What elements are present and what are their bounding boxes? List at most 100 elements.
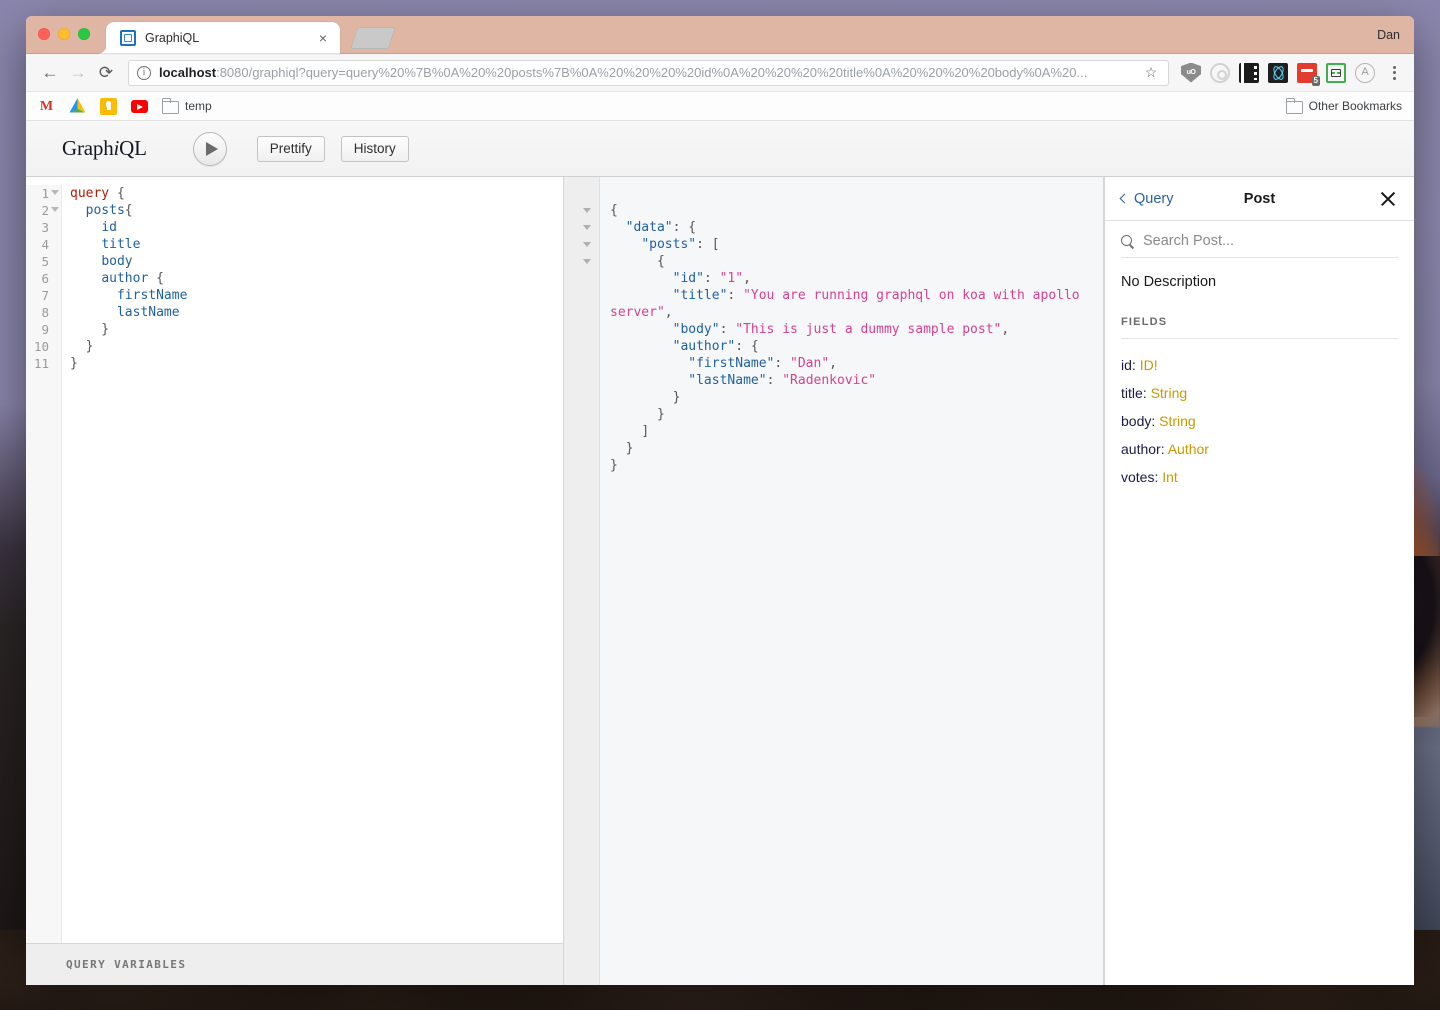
code-line: author {	[101, 271, 164, 286]
new-tab-button[interactable]	[350, 27, 396, 49]
back-icon[interactable]: ←	[36, 59, 64, 87]
chrome-menu-icon[interactable]	[1384, 63, 1404, 83]
docs-field-row[interactable]: title: String	[1121, 379, 1398, 407]
result-viewer-pane: { "data": { "posts": [ { "id": "1", "tit…	[564, 177, 1104, 985]
tab-close-icon[interactable]: ×	[314, 29, 332, 47]
docs-field-type[interactable]: ID!	[1140, 357, 1158, 373]
docs-search-input[interactable]	[1143, 233, 1398, 249]
code-line: lastName	[116, 305, 180, 320]
fold-triangle-icon[interactable]	[51, 207, 59, 212]
bookmark-youtube[interactable]	[131, 99, 148, 113]
close-icon[interactable]	[1378, 189, 1398, 209]
code-line: title	[101, 237, 141, 252]
fold-triangle-icon[interactable]	[51, 190, 59, 195]
fold-triangle-icon[interactable]	[564, 202, 599, 219]
docs-field-type[interactable]: String	[1159, 413, 1196, 429]
site-info-icon[interactable]: i	[137, 65, 151, 80]
browser-tab-graphiql[interactable]: GraphiQL ×	[97, 22, 340, 54]
address-bar[interactable]: i localhost:8080/graphiql?query=query%20…	[128, 59, 1169, 86]
code-line: firstName	[116, 288, 188, 303]
docs-field-type[interactable]: Int	[1162, 469, 1178, 485]
query-editor-scroll[interactable]: 1 2 3 4 5 6 7 8 9 10 11 query { posts{ id title bo…	[26, 177, 563, 943]
window-minimize-button[interactable]	[58, 28, 70, 40]
docs-field-separator: :	[1142, 385, 1151, 401]
docs-field-row[interactable]: body: String	[1121, 407, 1398, 435]
prettify-button[interactable]: Prettify	[256, 135, 325, 162]
execute-query-button[interactable]	[192, 131, 227, 166]
docs-field-name[interactable]: author	[1121, 441, 1161, 457]
bookmark-temp-folder[interactable]: temp	[162, 97, 212, 114]
docs-field-name[interactable]: id	[1121, 357, 1132, 373]
line-number: 4	[41, 237, 49, 252]
folder-icon	[162, 97, 179, 114]
fold-triangle-icon[interactable]	[564, 253, 599, 270]
adblock-a-icon[interactable]: A	[1355, 62, 1375, 83]
code-line: posts{	[85, 203, 133, 218]
code-line: body	[101, 254, 133, 269]
gmail-icon: M	[39, 98, 54, 114]
url-host: localhost	[159, 65, 217, 80]
docs-field-row[interactable]: id: ID!	[1121, 351, 1398, 379]
other-bookmarks-folder-icon	[1285, 97, 1303, 114]
query-editor-pane: 1 2 3 4 5 6 7 8 9 10 11 query { posts{ id title bo…	[26, 177, 564, 985]
profile-name[interactable]: Dan	[1377, 16, 1400, 54]
search-icon	[1121, 234, 1134, 248]
docs-field-separator: :	[1151, 413, 1160, 429]
docs-back-link[interactable]: Query	[1119, 190, 1174, 207]
docs-fields-list: id: ID! title: String body: String author: …	[1105, 339, 1414, 491]
browser-tabstrip: GraphiQL × Dan	[26, 16, 1414, 54]
docs-back-label: Query	[1134, 190, 1174, 207]
docs-field-type[interactable]: Author	[1168, 441, 1209, 457]
bookmark-google-keep[interactable]	[100, 97, 117, 115]
docs-field-name[interactable]: title	[1121, 385, 1143, 401]
bookmark-star-icon[interactable]: ☆	[1142, 64, 1160, 81]
docs-search-row[interactable]	[1121, 233, 1398, 258]
code-line: }	[70, 339, 94, 354]
graphiql-app: GraphiQL Prettify History 1 2 3 4 5 6 7 8 9 10 11 …	[26, 121, 1414, 985]
docs-field-name[interactable]: votes	[1121, 469, 1154, 485]
graphiql-favicon-icon	[120, 30, 136, 46]
line-number: 7	[41, 288, 49, 303]
docs-field-row[interactable]: votes: Int	[1121, 463, 1398, 491]
red-extension-icon[interactable]: 5	[1297, 62, 1320, 86]
tab-title: GraphiQL	[145, 31, 200, 45]
docs-field-type[interactable]: String	[1151, 385, 1188, 401]
docs-field-separator: :	[1131, 357, 1140, 373]
line-number: 1	[26, 185, 59, 202]
window-maximize-button[interactable]	[78, 28, 90, 40]
documentation-panel: Query Post No Description FIELDS id: ID!…	[1104, 177, 1414, 985]
fold-triangle-icon[interactable]	[564, 219, 599, 236]
code-line: id	[101, 220, 117, 235]
chevron-left-icon	[1119, 193, 1130, 204]
code-line: query {	[70, 186, 125, 201]
query-editor-code[interactable]: query { posts{ id title body author { fi…	[62, 185, 563, 943]
screenshot-crop-icon[interactable]	[1326, 62, 1346, 83]
line-number: 10	[33, 339, 49, 354]
window-close-button[interactable]	[38, 28, 50, 40]
react-devtools-icon[interactable]	[1268, 62, 1288, 83]
target-icon[interactable]	[1210, 62, 1230, 83]
line-number: 5	[41, 254, 49, 269]
ublock-origin-icon[interactable]: uO	[1181, 62, 1201, 83]
docs-field-name[interactable]: body	[1121, 413, 1151, 429]
url-text: localhost:8080/graphiql?query=query%20%7…	[159, 65, 1142, 80]
bookmarks-bar: M temp Other Bookmarks	[26, 92, 1414, 121]
line-number: 8	[41, 305, 49, 320]
bookmark-gmail[interactable]: M	[38, 98, 55, 115]
code-line: }	[70, 322, 110, 337]
result-viewer-code[interactable]: { "data": { "posts": [ { "id": "1", "tit…	[600, 177, 1103, 985]
bookmark-google-drive[interactable]	[69, 98, 86, 115]
docs-field-row[interactable]: author: Author	[1121, 435, 1398, 463]
history-button[interactable]: History	[340, 135, 409, 162]
query-variables-header[interactable]: QUERY VARIABLES	[26, 943, 563, 985]
url-rest: :8080/graphiql?query=query%20%7B%0A%20%2…	[216, 65, 1088, 80]
code-line: }	[70, 356, 78, 371]
docs-header: Query Post	[1105, 177, 1414, 221]
result-fold-gutter	[564, 177, 600, 985]
keep-icon	[100, 97, 117, 115]
browser-toolbar: ← → ⟳ i localhost:8080/graphiql?query=qu…	[26, 54, 1414, 92]
reload-icon[interactable]: ⟳	[92, 59, 120, 87]
fold-triangle-icon[interactable]	[564, 236, 599, 253]
filmstrip-icon[interactable]	[1239, 62, 1259, 83]
other-bookmarks-button[interactable]: Other Bookmarks	[1285, 97, 1402, 114]
